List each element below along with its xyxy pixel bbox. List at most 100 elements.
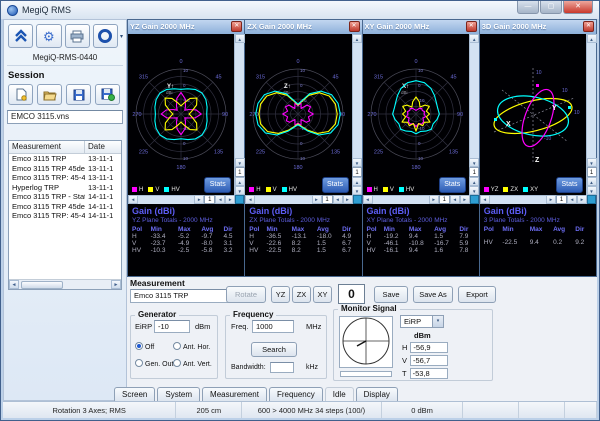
- scroll-down-icon[interactable]: ▼: [352, 186, 362, 195]
- scroll-up-icon[interactable]: ▲: [587, 34, 597, 43]
- maximize-button[interactable]: ▢: [540, 1, 562, 14]
- open-session-button[interactable]: [37, 84, 62, 105]
- tab-screen[interactable]: Screen: [114, 387, 155, 401]
- close-icon[interactable]: ✕: [349, 21, 360, 32]
- plot-horizontal-scrollbar[interactable]: ◄ ► 1 ◄ ►: [128, 195, 244, 204]
- list-horizontal-scrollbar[interactable]: ◄ ►: [9, 279, 121, 289]
- scroll-left-icon[interactable]: ◄: [9, 280, 19, 289]
- plot-panel-titlebar[interactable]: YZ Gain 2000 MHz ✕: [128, 20, 244, 34]
- scrollbar-thumb[interactable]: [21, 281, 63, 289]
- stats-value: HV: [132, 247, 151, 254]
- scroll-up-icon[interactable]: ▲: [469, 177, 479, 186]
- scroll-down-icon[interactable]: ▼: [469, 186, 479, 195]
- save-session-button[interactable]: [66, 84, 91, 105]
- scroll-up-icon[interactable]: ▲: [469, 34, 479, 43]
- close-icon[interactable]: ✕: [231, 21, 242, 32]
- plot-horizontal-scrollbar[interactable]: ◄ ► 1 ◄ ►: [480, 195, 596, 204]
- radio-ant-hor[interactable]: Ant. Hor.: [173, 342, 210, 351]
- stats-value: 3.2: [224, 247, 241, 254]
- freq-field[interactable]: 1000: [252, 320, 294, 333]
- scroll-down-icon[interactable]: ▼: [587, 186, 597, 195]
- chevron-down-icon[interactable]: ▾: [432, 316, 443, 327]
- column-measurement[interactable]: Measurement: [9, 141, 85, 153]
- scroll-down-icon[interactable]: ▼: [469, 158, 479, 167]
- list-item[interactable]: Emco 3115 TRP: 45-45...13-11-1: [9, 173, 121, 183]
- stop-dropdown-icon[interactable]: ▾: [120, 33, 123, 40]
- radio-off[interactable]: Off: [135, 342, 154, 351]
- app-icon: [7, 5, 18, 16]
- radio-ant-vert[interactable]: Ant. Vert.: [173, 359, 212, 368]
- plane-zx-button[interactable]: ZX: [292, 286, 311, 303]
- stats-button[interactable]: Stats: [439, 177, 466, 193]
- plane-yz-button[interactable]: YZ: [271, 286, 290, 303]
- plot-vertical-scrollbar[interactable]: ▲ ▼ 1 ▲ ▼: [586, 34, 596, 195]
- radio-ant-vert-icon[interactable]: [173, 359, 181, 367]
- print-button[interactable]: [65, 24, 90, 48]
- tab-display[interactable]: Display: [356, 387, 398, 401]
- eirp-field[interactable]: -10: [154, 320, 190, 333]
- search-button[interactable]: Search: [251, 342, 297, 357]
- list-item[interactable]: Emco 3115 TRP 45deg ...14-11-1: [9, 202, 121, 212]
- measurement-list-header[interactable]: Measurement Date: [9, 141, 121, 154]
- stats-button[interactable]: Stats: [204, 177, 231, 193]
- plot-panel-titlebar[interactable]: XY Gain 2000 MHz ✕: [363, 20, 479, 34]
- radio-off-icon[interactable]: [135, 342, 143, 350]
- tab-frequency[interactable]: Frequency: [269, 387, 323, 401]
- tab-system[interactable]: System: [157, 387, 200, 401]
- plot-horizontal-scrollbar[interactable]: ◄ ► 1 ◄ ►: [245, 195, 361, 204]
- stats-value: 7.8: [459, 247, 474, 254]
- scroll-up-icon[interactable]: ▲: [587, 177, 597, 186]
- titlebar[interactable]: MegiQ RMS — ▢ ✕: [1, 1, 599, 19]
- minimize-button[interactable]: —: [517, 1, 539, 14]
- scroll-down-icon[interactable]: ▼: [587, 158, 597, 167]
- monitor-mode-dropdown[interactable]: EiRP ▾: [400, 315, 444, 328]
- list-item[interactable]: Emco 3115 TRP - Stats14-11-1: [9, 192, 121, 202]
- svg-text:135: 135: [331, 149, 340, 155]
- settings-button[interactable]: ⚙: [36, 24, 61, 48]
- plot-panel-titlebar[interactable]: 3D Gain 2000 MHz ✕: [480, 20, 596, 34]
- scroll-up-icon[interactable]: ▲: [352, 34, 362, 43]
- radio-ant-hor-icon[interactable]: [173, 342, 181, 350]
- stats-value: -19.2: [384, 233, 409, 240]
- new-session-button[interactable]: [8, 84, 33, 105]
- save-button[interactable]: Save: [374, 286, 408, 303]
- close-button[interactable]: ✕: [563, 1, 593, 14]
- column-date[interactable]: Date: [85, 141, 121, 153]
- scroll-right-icon[interactable]: ►: [111, 280, 121, 289]
- export-session-button[interactable]: [95, 84, 120, 105]
- bandwidth-field[interactable]: [270, 362, 294, 373]
- stats-button[interactable]: Stats: [322, 177, 349, 193]
- radio-gen-out[interactable]: Gen. Out: [135, 359, 173, 368]
- measurement-name-field[interactable]: Emco 3115 TRP: [130, 289, 240, 303]
- list-item[interactable]: Emco 3115 TRP: 45-45...14-11-1: [9, 211, 121, 221]
- rotate-button[interactable]: Rotate: [226, 286, 266, 303]
- list-item[interactable]: Hyperlog TRP13-11-1: [9, 183, 121, 193]
- list-item[interactable]: Emco 3115 TRP 45deg ...13-11-1: [9, 164, 121, 174]
- save-as-button[interactable]: Save As: [413, 286, 453, 303]
- svg-text:180: 180: [411, 165, 420, 171]
- scroll-up-icon[interactable]: ▲: [352, 177, 362, 186]
- radio-gen-out-icon[interactable]: [135, 359, 143, 367]
- plot-horizontal-scrollbar[interactable]: ◄ ► 1 ◄ ►: [363, 195, 479, 204]
- scroll-up-icon[interactable]: ▲: [235, 34, 245, 43]
- stats-button[interactable]: Stats: [556, 177, 583, 193]
- plot-vertical-scrollbar[interactable]: ▲ ▼ 1 ▲ ▼: [234, 34, 244, 195]
- plot-vertical-scrollbar[interactable]: ▲ ▼ 1 ▲ ▼: [352, 34, 362, 195]
- list-item[interactable]: Emco 3115 TRP13-11-1: [9, 154, 121, 164]
- stop-button[interactable]: [93, 24, 118, 48]
- legend-swatch: [164, 187, 169, 192]
- close-icon[interactable]: ✕: [466, 21, 477, 32]
- session-file-field[interactable]: EMCO 3115.vns: [7, 110, 123, 124]
- scroll-down-icon[interactable]: ▼: [235, 158, 245, 167]
- stats-value: -18.0: [317, 233, 342, 240]
- scroll-down-icon[interactable]: ▼: [235, 186, 245, 195]
- export-button[interactable]: Export: [458, 286, 496, 303]
- plot-panel-titlebar[interactable]: ZX Gain 2000 MHz ✕: [245, 20, 361, 34]
- close-icon[interactable]: ✕: [583, 21, 594, 32]
- plot-vertical-scrollbar[interactable]: ▲ ▼ 1 ▲ ▼: [469, 34, 479, 195]
- scroll-down-icon[interactable]: ▼: [352, 158, 362, 167]
- tab-measurement[interactable]: Measurement: [202, 387, 267, 401]
- connect-button[interactable]: [8, 24, 33, 48]
- scroll-up-icon[interactable]: ▲: [235, 177, 245, 186]
- plane-xy-button[interactable]: XY: [313, 286, 332, 303]
